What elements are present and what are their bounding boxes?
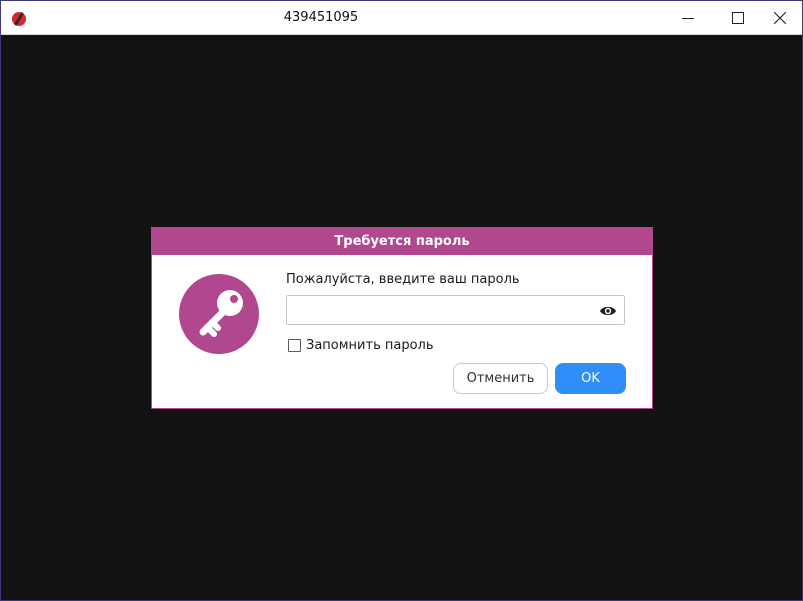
dialog-title: Требуется пароль (152, 228, 652, 255)
password-prompt: Пожалуйста, введите ваш пароль (286, 272, 520, 287)
minimize-icon (682, 18, 694, 19)
title-bar[interactable]: 439451095 (1, 1, 802, 35)
cancel-button[interactable]: Отменить (453, 363, 548, 394)
password-input[interactable] (293, 300, 593, 320)
key-icon (179, 274, 259, 354)
ok-button[interactable]: OK (555, 363, 626, 394)
window-title: 439451095 (283, 10, 359, 25)
eye-icon[interactable] (599, 303, 617, 317)
password-dialog: Требуется пароль Пожалуйста, введите ваш… (151, 227, 653, 409)
maximize-icon (732, 12, 744, 24)
minimize-button[interactable] (665, 1, 711, 35)
remember-password[interactable]: Запомнить пароль (288, 337, 434, 353)
app-window: 439451095 Требуется пароль Пожалуйста, в… (0, 0, 803, 601)
remember-label: Запомнить пароль (306, 337, 434, 353)
maximize-button[interactable] (715, 1, 761, 35)
close-button[interactable] (757, 1, 803, 35)
remember-checkbox[interactable] (288, 338, 301, 352)
close-icon (774, 12, 786, 24)
password-field[interactable] (286, 295, 625, 325)
